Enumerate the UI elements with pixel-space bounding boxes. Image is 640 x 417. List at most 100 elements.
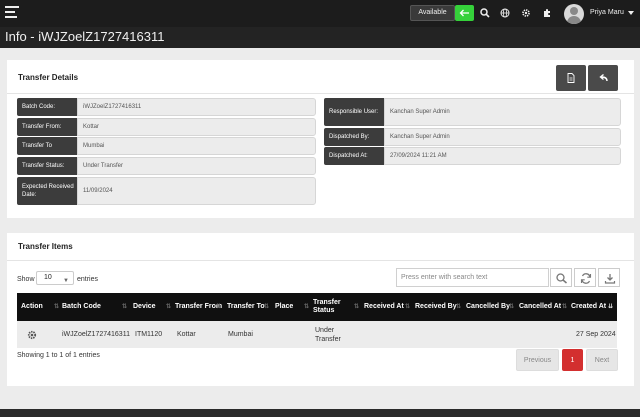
column-header-received-at[interactable]: Received At ⇅ (364, 293, 412, 321)
column-header-transfer-to[interactable]: Transfer To ⇅ (227, 293, 271, 321)
sort-icon: ⇅ (353, 304, 359, 310)
refresh-icon (580, 273, 592, 284)
field-value: Mumbai (77, 137, 316, 155)
field-label: Dispatched At: (324, 147, 384, 165)
sort-icon: ⇅ (263, 304, 269, 310)
globe-icon[interactable] (500, 8, 510, 18)
responsible-user-field: Responsible User: Kanchan Super Admin (324, 98, 621, 126)
field-value: Kottar (77, 118, 316, 136)
cell-received-at (364, 321, 412, 348)
gear-icon[interactable] (521, 8, 531, 18)
field-label: Transfer To (17, 137, 77, 155)
sort-icon: ⇅ (53, 304, 59, 310)
cell-cancelled-by (466, 321, 516, 348)
sort-icon: ⇅ (165, 304, 171, 310)
column-header-cancelled-by[interactable]: Cancelled By ⇅ (466, 293, 516, 321)
table-header: Action ⇅ Batch Code ⇅ Device ⇅ Transfer Fro… (17, 293, 617, 321)
footer-bar (0, 409, 640, 417)
user-name[interactable]: Priya Maru (590, 9, 624, 16)
transfer-to-field: Transfer To Mumbai (17, 137, 316, 155)
cell-device: ITM1120 (135, 331, 163, 338)
field-label: Responsible User: (324, 98, 384, 126)
table-search-input[interactable]: Press enter with search text (396, 268, 549, 287)
search-icon[interactable] (480, 8, 490, 18)
pagination-page-1[interactable]: 1 (562, 349, 583, 371)
column-header-device[interactable]: Device ⇅ (133, 293, 173, 321)
pagination-next-button[interactable]: Next (586, 349, 618, 371)
gear-icon[interactable] (27, 330, 37, 340)
column-header-created-at[interactable]: Created At ⇊ (571, 293, 615, 321)
field-value: 11/09/2024 (77, 177, 316, 205)
entries-per-page-select[interactable]: 10 ▼ (36, 271, 74, 285)
availability-toggle[interactable] (455, 5, 474, 21)
sort-icon: ⇅ (561, 304, 567, 310)
download-icon (604, 274, 616, 284)
reply-arrow-icon (599, 73, 608, 82)
transfer-status-field: Transfer Status: Under Transfer (17, 157, 316, 175)
column-header-action[interactable]: Action ⇅ (21, 293, 61, 321)
cell-cancelled-at (519, 321, 569, 348)
column-header-place[interactable]: Place ⇅ (275, 293, 311, 321)
sort-icon: ⇅ (455, 304, 461, 310)
field-value: 27/09/2024 11:21 AM (384, 147, 621, 165)
show-label: Show (17, 276, 35, 283)
cell-transfer-to: Mumbai (228, 331, 253, 338)
cell-created-at: 27 Sep 2024 (576, 331, 616, 338)
cell-transfer-status: Under Transfer (315, 326, 341, 343)
divider (7, 260, 634, 261)
puzzle-icon[interactable] (542, 8, 552, 18)
dispatched-by-field: Dispatched By: Kanchan Super Admin (324, 128, 621, 146)
chevron-down-icon: ▼ (63, 278, 69, 284)
cell-place (275, 321, 311, 348)
chevron-down-icon[interactable] (628, 11, 634, 15)
expected-received-date-field: Expected Received Date: 11/09/2024 (17, 177, 316, 205)
row-action-cell (27, 321, 47, 348)
sort-icon: ⇅ (303, 304, 309, 310)
search-button[interactable] (550, 268, 572, 287)
availability-button[interactable]: Available (410, 5, 455, 21)
field-label: Transfer From: (17, 118, 77, 136)
arrow-left-icon (459, 9, 469, 17)
document-icon (567, 73, 575, 83)
dispatched-at-field: Dispatched At: 27/09/2024 11:21 AM (324, 147, 621, 165)
entries-value: 10 (44, 274, 52, 281)
divider (7, 93, 634, 94)
search-icon (556, 273, 567, 284)
column-header-received-by[interactable]: Received By ⇅ (415, 293, 463, 321)
download-button[interactable] (598, 268, 620, 287)
sort-icon: ⇅ (404, 304, 410, 310)
table-info: Showing 1 to 1 of 1 entries (17, 352, 100, 359)
field-value: Under Transfer (77, 157, 316, 175)
sort-icon: ⇅ (508, 304, 514, 310)
batch-code-field: Batch Code: iWJZoelZ1727416311 (17, 98, 316, 116)
column-header-transfer-from[interactable]: Transfer From ⇅ (175, 293, 223, 321)
top-navbar: Available Priya Maru (0, 0, 640, 27)
transfer-items-title: Transfer Items (18, 242, 73, 251)
transfer-details-title: Transfer Details (18, 73, 79, 82)
field-label: Transfer Status: (17, 157, 77, 175)
column-header-batch-code[interactable]: Batch Code ⇅ (62, 293, 129, 321)
field-value: Kanchan Super Admin (384, 98, 621, 126)
cell-batch-code: iWJZoelZ1727416311 (62, 331, 130, 338)
document-button[interactable] (556, 65, 586, 91)
field-value: iWJZoelZ1727416311 (77, 98, 316, 116)
back-button[interactable] (588, 65, 618, 91)
user-avatar[interactable] (564, 4, 584, 24)
cell-received-by (415, 321, 463, 348)
transfer-from-field: Transfer From: Kottar (17, 118, 316, 136)
column-header-cancelled-at[interactable]: Cancelled At ⇅ (519, 293, 569, 321)
pagination-previous-button[interactable]: Previous (516, 349, 559, 371)
table-row: iWJZoelZ1727416311 ITM1120 Kottar Mumbai… (17, 321, 617, 348)
field-label: Batch Code: (17, 98, 77, 116)
field-label: Expected Received Date: (17, 177, 77, 205)
field-value: Kanchan Super Admin (384, 128, 621, 146)
page-header: Info - iWJZoelZ1727416311 (0, 27, 640, 48)
sort-desc-icon: ⇊ (607, 304, 613, 310)
refresh-button[interactable] (574, 268, 596, 287)
column-header-transfer-status[interactable]: Transfer Status ⇅ (313, 293, 361, 321)
cell-transfer-from: Kottar (177, 331, 196, 338)
sort-icon: ⇅ (121, 304, 127, 310)
hamburger-menu-icon[interactable] (5, 6, 19, 18)
entries-label: entries (77, 276, 99, 283)
sort-icon: ⇅ (215, 304, 221, 310)
